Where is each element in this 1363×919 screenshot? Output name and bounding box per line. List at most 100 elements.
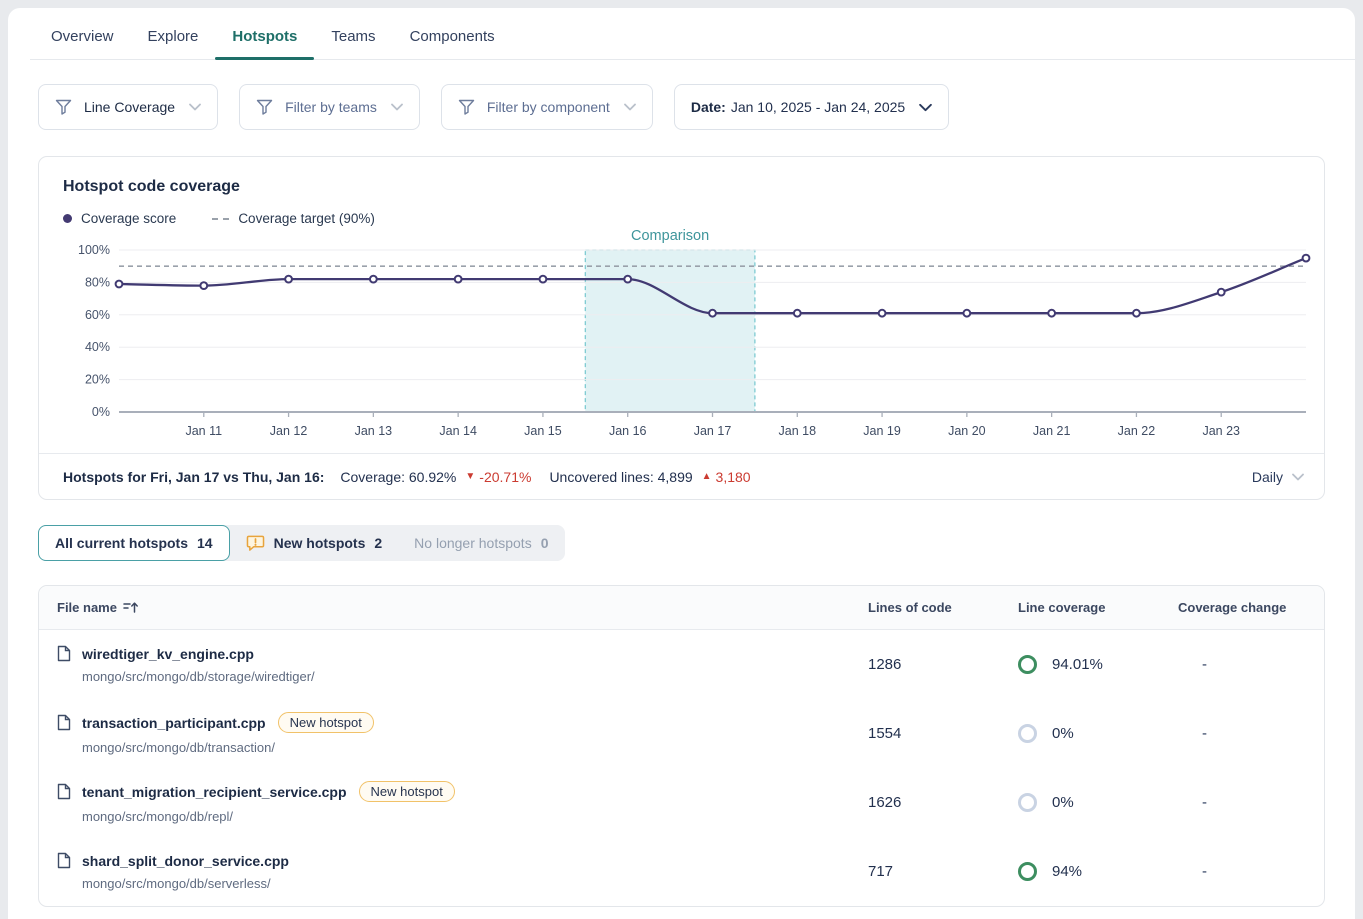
hotspot-tab-group: All current hotspots 14 New hotspots 2 N… [38,525,565,561]
alert-bubble-icon [246,535,265,552]
dashed-line-icon [212,218,229,220]
svg-text:Comparison: Comparison [631,228,709,244]
chip-label: New hotspots [274,535,366,551]
component-filter-label: Filter by component [487,99,610,115]
svg-text:Jan 11: Jan 11 [185,424,222,438]
chip-new-hotspots[interactable]: New hotspots 2 [230,525,399,561]
triangle-up-icon: ▲ [702,471,712,482]
coverage-value: 94.01% [1052,656,1103,673]
lines-of-code-value: 1626 [868,794,1018,811]
svg-text:Jan 15: Jan 15 [524,424,562,438]
svg-text:100%: 100% [78,243,110,257]
uncovered-lines-value: Uncovered lines: 4,899 [549,469,692,485]
chip-label: All current hotspots [55,535,188,551]
component-filter-dropdown[interactable]: Filter by component [441,84,653,130]
svg-text:Jan 17: Jan 17 [694,424,732,438]
svg-text:Jan 21: Jan 21 [1033,424,1071,438]
svg-text:Jan 12: Jan 12 [270,424,308,438]
granularity-dropdown[interactable]: Daily [1252,469,1304,485]
lines-of-code-value: 1286 [868,656,1018,673]
file-icon [57,783,71,800]
svg-text:Jan 23: Jan 23 [1202,424,1240,438]
file-path: mongo/src/mongo/db/storage/wiredtiger/ [57,669,868,684]
hotspot-tab-row: All current hotspots 14 New hotspots 2 N… [38,525,1355,561]
lines-of-code-value: 1554 [868,725,1018,742]
chevron-down-icon [1292,473,1304,481]
coverage-value: 0% [1052,794,1074,811]
file-path: mongo/src/mongo/db/repl/ [57,809,868,824]
table-row[interactable]: wiredtiger_kv_engine.cpp mongo/src/mongo… [39,630,1324,699]
column-file-name[interactable]: File name [57,600,868,615]
chip-count: 14 [197,535,213,551]
new-hotspot-badge: New hotspot [278,712,374,733]
table-row[interactable]: tenant_migration_recipient_service.cpp N… [39,768,1324,837]
filter-bar: Line Coverage Filter by teams Filter by … [8,60,1355,130]
coverage-ring-icon [1018,862,1037,881]
chart-title: Hotspot code coverage [63,178,1300,196]
tab-teams[interactable]: Teams [314,8,392,59]
funnel-icon [55,99,72,115]
coverage-value: 0% [1052,725,1074,742]
chip-all-current-hotspots[interactable]: All current hotspots 14 [38,525,230,561]
file-name: wiredtiger_kv_engine.cpp [82,646,254,662]
chip-no-longer-hotspots[interactable]: No longer hotspots 0 [398,525,564,561]
file-icon [57,645,71,662]
coverage-change-value: - [1178,725,1324,742]
date-range-value: Jan 10, 2025 - Jan 24, 2025 [731,99,905,115]
metric-filter-dropdown[interactable]: Line Coverage [38,84,218,130]
legend-coverage-target: Coverage target (90%) [212,211,375,226]
new-hotspot-badge: New hotspot [359,781,455,802]
svg-text:80%: 80% [85,275,110,289]
coverage-value: 94% [1052,863,1082,880]
sort-ascending-icon [123,601,139,614]
coverage-chart-card: Hotspot code coverage Coverage score Cov… [38,156,1325,500]
column-line-coverage: Line coverage [1018,600,1178,615]
chevron-down-icon [624,103,636,111]
legend-coverage-score: Coverage score [63,211,176,226]
file-path: mongo/src/mongo/db/transaction/ [57,740,868,755]
coverage-line-chart: Comparison0%20%40%60%80%100%Jan 11Jan 12… [63,228,1318,448]
legend-label: Coverage target (90%) [238,211,375,226]
chip-count: 0 [541,535,549,551]
chevron-down-icon [391,103,403,111]
chart-legend: Coverage score Coverage target (90%) [63,211,1300,226]
main-panel: Overview Explore Hotspots Teams Componen… [8,8,1355,919]
coverage-change-value: - [1178,794,1324,811]
chevron-down-icon [919,103,932,112]
table-row[interactable]: shard_split_donor_service.cpp mongo/src/… [39,837,1324,906]
tab-hotspots[interactable]: Hotspots [215,8,314,59]
comparison-title: Hotspots for Fri, Jan 17 vs Thu, Jan 16: [63,469,324,485]
top-nav: Overview Explore Hotspots Teams Componen… [8,8,1355,60]
tab-components[interactable]: Components [393,8,512,59]
file-path: mongo/src/mongo/db/serverless/ [57,876,868,891]
date-range-dropdown[interactable]: Date: Jan 10, 2025 - Jan 24, 2025 [674,84,949,130]
tab-overview[interactable]: Overview [34,8,131,59]
coverage-ring-icon [1018,793,1037,812]
svg-text:Jan 19: Jan 19 [863,424,901,438]
svg-text:20%: 20% [85,373,110,387]
legend-label: Coverage score [81,211,176,226]
triangle-down-icon: ▼ [465,471,475,482]
table-header: File name Lines of code Line coverage Co… [39,586,1324,630]
file-name: tenant_migration_recipient_service.cpp [82,784,347,800]
lines-of-code-value: 717 [868,863,1018,880]
series-dot-icon [63,214,72,223]
tab-explore[interactable]: Explore [131,8,216,59]
coverage-ring-icon [1018,724,1037,743]
file-icon [57,714,71,731]
svg-text:Jan 14: Jan 14 [439,424,477,438]
teams-filter-dropdown[interactable]: Filter by teams [239,84,420,130]
svg-text:Jan 22: Jan 22 [1118,424,1156,438]
chevron-down-icon [189,103,201,111]
coverage-change-value: - [1178,656,1324,673]
coverage-change-value: - [1178,863,1324,880]
chip-label: No longer hotspots [414,535,532,551]
coverage-ring-icon [1018,655,1037,674]
coverage-value: Coverage: 60.92% [340,469,456,485]
uncovered-lines-delta: 3,180 [716,469,751,485]
column-coverage-change: Coverage change [1178,600,1324,615]
table-row[interactable]: transaction_participant.cpp New hotspot … [39,699,1324,768]
svg-text:Jan 16: Jan 16 [609,424,647,438]
date-label: Date: [691,99,726,115]
svg-text:Jan 20: Jan 20 [948,424,986,438]
